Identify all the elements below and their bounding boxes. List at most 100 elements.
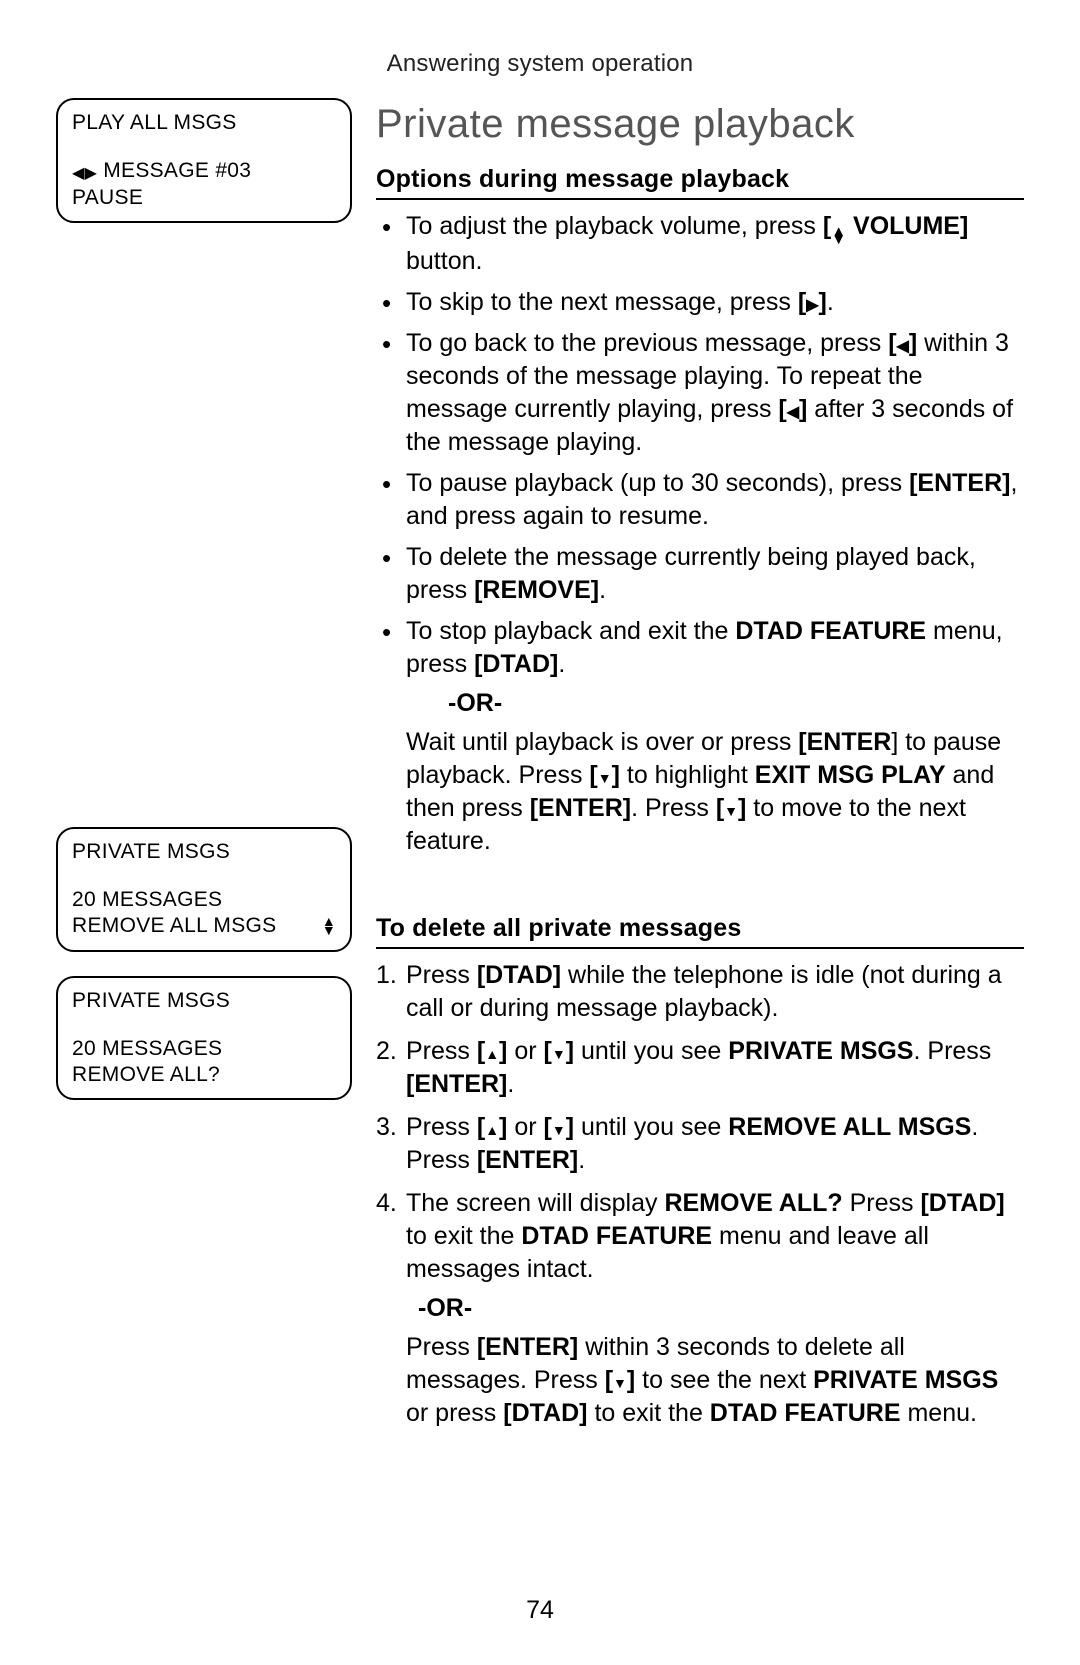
text: . Press xyxy=(631,794,716,822)
text: [ENTER] xyxy=(406,1070,507,1098)
lcd-play-all: PLAY ALL MSGS MESSAGE #03 PAUSE xyxy=(56,98,352,223)
volume-up-down-icon xyxy=(831,228,846,245)
text: EXIT MSG PLAY xyxy=(755,761,946,789)
text: [ENTER] xyxy=(530,794,631,822)
lcd-text: MESSAGE #03 xyxy=(103,158,251,184)
text: to highlight xyxy=(620,761,755,789)
lcd-private-remove-all-confirm: PRIVATE MSGS 20 MESSAGES REMOVE ALL? xyxy=(56,976,352,1101)
list-item: Press [] or [] until you see PRIVATE MSG… xyxy=(406,1035,1024,1101)
right-bracket: ] xyxy=(819,288,827,316)
right-bracket: ] xyxy=(909,329,917,357)
lcd-line: 20 MESSAGES xyxy=(72,887,336,913)
list-item: Press [DTAD] while the telephone is idle… xyxy=(406,959,1024,1025)
lcd-text: REMOVE ALL MSGS xyxy=(72,913,276,939)
right-bracket: ] xyxy=(566,1037,574,1065)
left-arrow-icon xyxy=(72,161,85,182)
left-bracket: [ xyxy=(544,1113,552,1141)
right-arrow-icon xyxy=(806,290,818,315)
text: . Press xyxy=(914,1037,992,1065)
lcd-line: PRIVATE MSGS xyxy=(72,839,336,865)
lcd-private-remove-all-msgs: PRIVATE MSGS 20 MESSAGES REMOVE ALL MSGS xyxy=(56,827,352,952)
text: REMOVE ALL MSGS xyxy=(728,1113,971,1141)
sub-paragraph: Wait until playback is over or press [EN… xyxy=(406,726,1024,858)
side-column: PLAY ALL MSGS MESSAGE #03 PAUSE PRIVATE … xyxy=(56,98,366,1440)
section-heading-options: Options during message playback xyxy=(376,165,1024,200)
text: To skip to the next message, press xyxy=(406,288,798,316)
manual-page: Answering system operation PLAY ALL MSGS… xyxy=(0,0,1080,1665)
text: to exit the xyxy=(588,1399,710,1427)
text: [DTAD] xyxy=(503,1399,587,1427)
left-bracket: [ xyxy=(589,761,597,789)
text: . xyxy=(599,576,606,604)
left-bracket: [ xyxy=(544,1037,552,1065)
text: Press xyxy=(406,961,477,989)
text: . xyxy=(558,650,565,678)
text: Press xyxy=(406,1037,477,1065)
lcd-line: 20 MESSAGES xyxy=(72,1036,336,1062)
options-list: To adjust the playback volume, press [ V… xyxy=(376,210,1024,858)
or-separator: -OR- xyxy=(418,1292,1024,1325)
left-bracket: [ xyxy=(778,395,786,423)
list-item: To stop playback and exit the DTAD FEATU… xyxy=(406,615,1024,858)
text: . xyxy=(578,1146,585,1174)
text: To go back to the previous message, pres… xyxy=(406,329,888,357)
text: [DTAD] xyxy=(474,650,558,678)
main-column: Private message playback Options during … xyxy=(366,98,1024,1440)
lcd-line: PLAY ALL MSGS xyxy=(72,110,336,136)
section-heading-delete: To delete all private messages xyxy=(376,914,1024,949)
text: to exit the xyxy=(406,1222,521,1250)
text: VOLUME] xyxy=(846,212,968,240)
text: or press xyxy=(406,1399,503,1427)
list-item: Press [] or [] until you see REMOVE ALL … xyxy=(406,1111,1024,1177)
text: The screen will display xyxy=(406,1189,664,1217)
two-column-layout: PLAY ALL MSGS MESSAGE #03 PAUSE PRIVATE … xyxy=(56,98,1024,1440)
text: [ENTER] xyxy=(909,469,1010,497)
text: To stop playback and exit the xyxy=(406,617,735,645)
text: button. xyxy=(406,247,482,275)
text: PRIVATE MSGS xyxy=(813,1366,998,1394)
lcd-line: MESSAGE #03 xyxy=(72,158,336,184)
left-bracket: [ xyxy=(477,1037,485,1065)
text: DTAD FEATURE xyxy=(521,1222,712,1250)
left-arrow-icon xyxy=(787,397,799,422)
up-down-icon xyxy=(322,917,336,937)
right-bracket: ] xyxy=(612,761,620,789)
left-bracket: [ xyxy=(798,288,806,316)
text: [DTAD] xyxy=(477,961,561,989)
or-separator: -OR- xyxy=(448,687,1024,720)
right-arrow-icon xyxy=(85,161,98,182)
page-title: Private message playback xyxy=(376,102,1024,147)
down-arrow-icon xyxy=(613,1368,627,1393)
list-item: To go back to the previous message, pres… xyxy=(406,327,1024,459)
left-bracket: [ xyxy=(477,1113,485,1141)
page-number: 74 xyxy=(0,1596,1080,1625)
text: [ENTER] xyxy=(477,1146,578,1174)
text: PRIVATE MSGS xyxy=(728,1037,913,1065)
sub-paragraph: Press [ENTER] within 3 seconds to delete… xyxy=(406,1331,1024,1430)
text: DTAD FEATURE xyxy=(710,1399,901,1427)
lcd-line: PRIVATE MSGS xyxy=(72,988,336,1014)
text: [REMOVE] xyxy=(474,576,599,604)
text: To adjust the playback volume, press xyxy=(406,212,823,240)
text: [ENTER xyxy=(798,728,891,756)
text: [ENTER] xyxy=(477,1333,578,1361)
text: until you see xyxy=(574,1113,728,1141)
text: . xyxy=(827,288,834,316)
right-bracket: ] xyxy=(566,1113,574,1141)
list-item: To pause playback (up to 30 seconds), pr… xyxy=(406,467,1024,533)
lcd-line: PAUSE xyxy=(72,185,336,211)
text: or xyxy=(507,1037,543,1065)
text: REMOVE ALL? xyxy=(664,1189,842,1217)
lcd-line: REMOVE ALL MSGS xyxy=(72,913,336,939)
left-bracket: [ xyxy=(823,212,831,240)
down-arrow-icon xyxy=(724,796,738,821)
text: . xyxy=(507,1070,514,1098)
left-bracket: [ xyxy=(888,329,896,357)
text: menu. xyxy=(901,1399,977,1427)
text: or xyxy=(507,1113,543,1141)
text: until you see xyxy=(574,1037,728,1065)
up-arrow-icon xyxy=(485,1039,499,1064)
up-arrow-icon xyxy=(485,1115,499,1140)
list-item: The screen will display REMOVE ALL? Pres… xyxy=(406,1187,1024,1430)
down-arrow-icon xyxy=(552,1115,566,1140)
